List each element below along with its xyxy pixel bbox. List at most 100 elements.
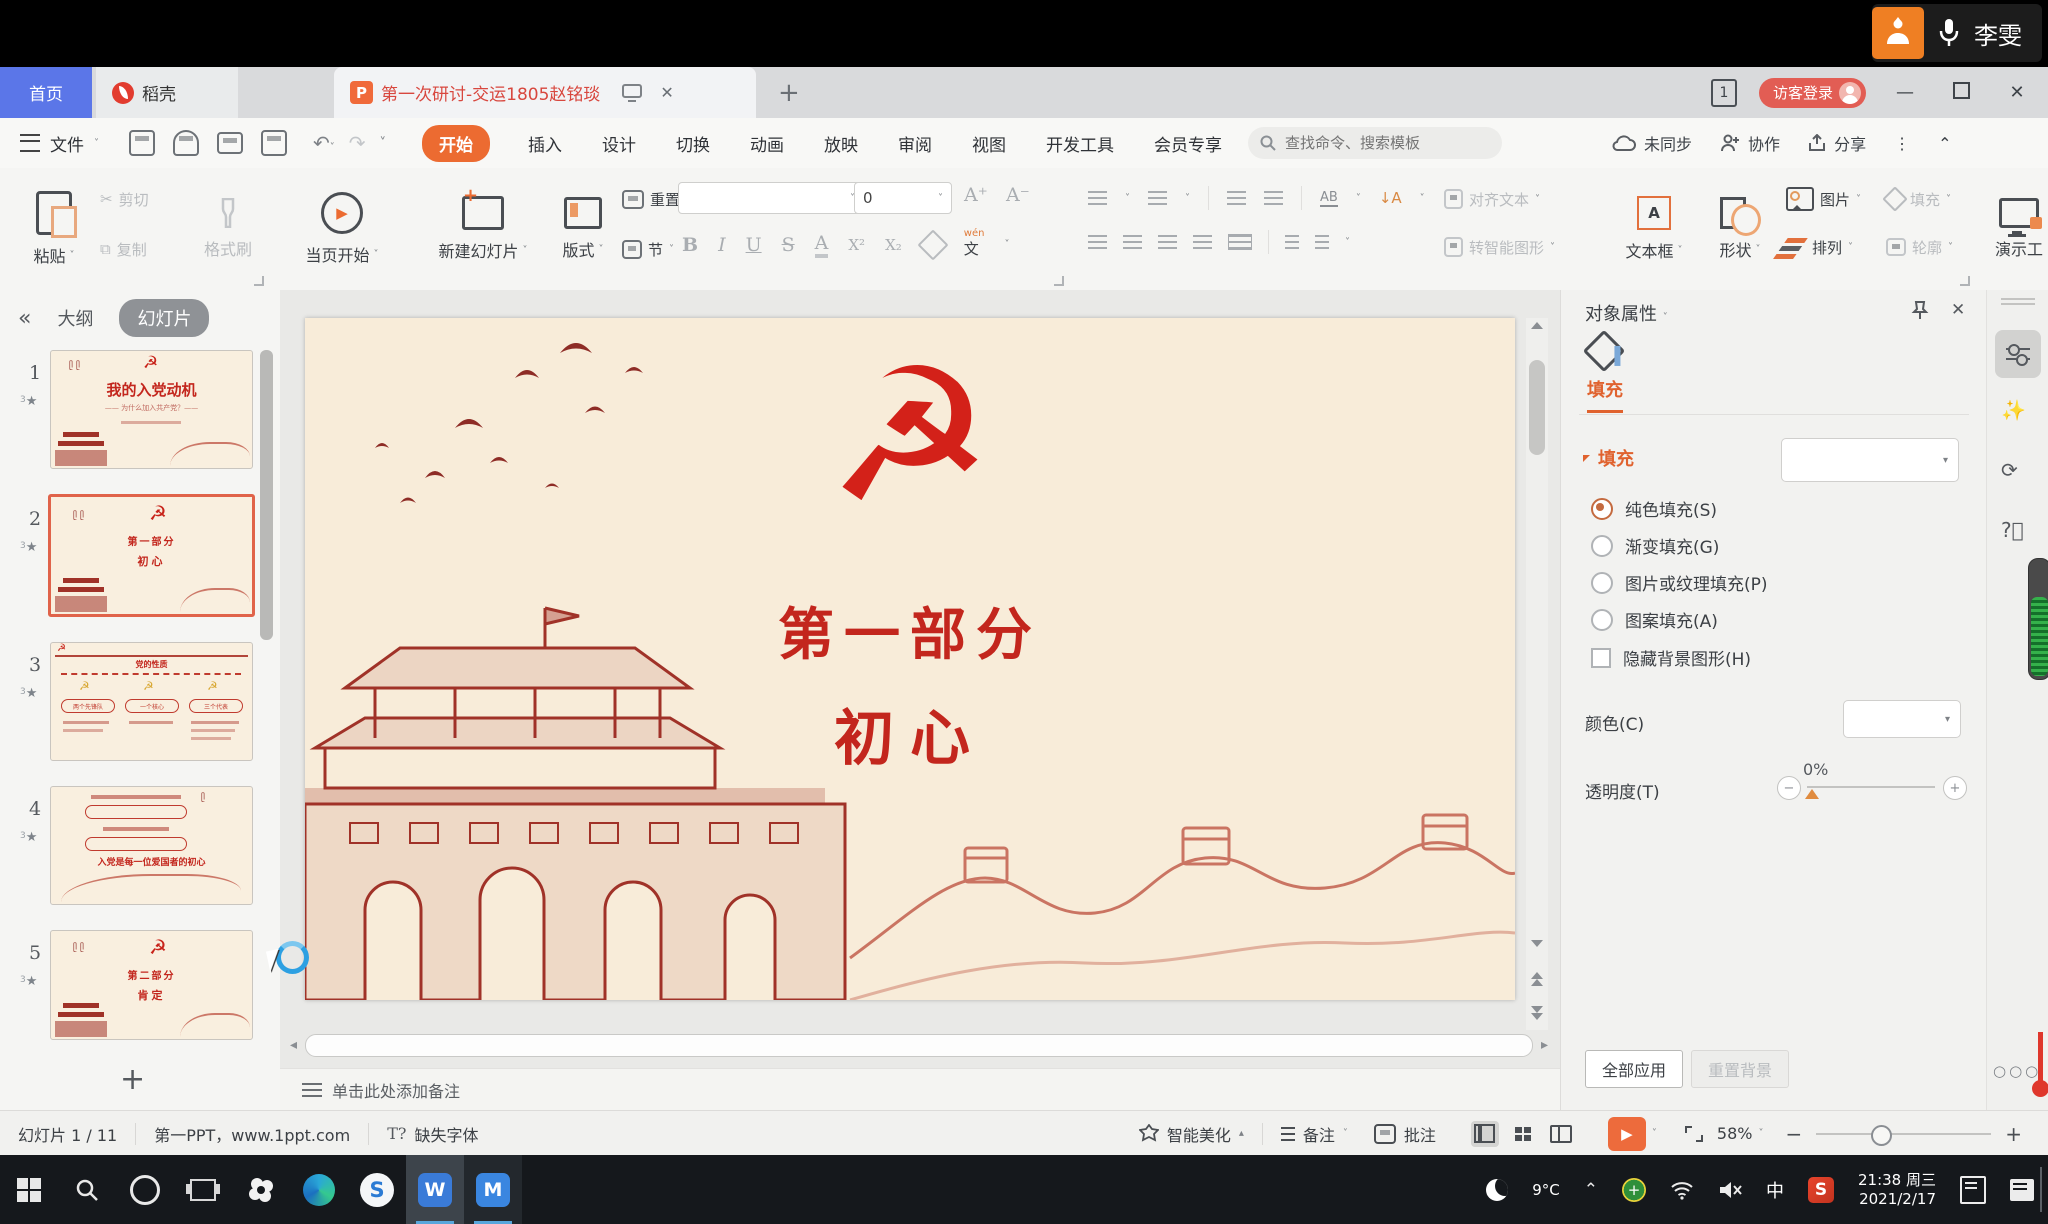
shrink-font-button[interactable]: A⁻: [1006, 184, 1030, 206]
tab-close-icon[interactable]: ✕: [660, 83, 673, 102]
missing-font-warning[interactable]: T? 缺失字体: [387, 1122, 478, 1146]
menu-item-home[interactable]: 开始: [422, 125, 490, 162]
monitor-icon[interactable]: [622, 84, 642, 102]
section-button[interactable]: 节˅: [622, 234, 674, 264]
superscript-button[interactable]: X²: [848, 236, 865, 254]
zoom-slider[interactable]: [1816, 1133, 1991, 1135]
save-icon[interactable]: [129, 130, 155, 156]
redo-icon[interactable]: ↷: [349, 131, 366, 155]
minimize-button[interactable]: —: [1888, 82, 1922, 103]
menu-item-animation[interactable]: 动画: [748, 131, 786, 156]
transparency-slider[interactable]: [1807, 786, 1935, 788]
new-slide-button[interactable]: 新建幻灯片˅: [424, 168, 542, 290]
temperature-badge[interactable]: 9°C: [1532, 1181, 1560, 1199]
next-slide-button[interactable]: [1526, 1004, 1548, 1022]
smart-beautify-button[interactable]: 智能美化 ▴: [1139, 1122, 1244, 1146]
notes-toggle-button[interactable]: 备注 ˅: [1281, 1122, 1348, 1146]
distribute-icon[interactable]: [1228, 234, 1252, 250]
slide-editing-area[interactable]: ☭ 第一部分 初心: [305, 318, 1515, 1000]
clipboard-launcher[interactable]: [254, 276, 264, 286]
para-spacing-icon[interactable]: [1315, 235, 1329, 249]
menu-item-devtools[interactable]: 开发工具: [1044, 131, 1116, 156]
smart-effects-icon[interactable]: ✨: [2001, 398, 2026, 422]
collapse-ribbon-icon[interactable]: ⌃: [1938, 134, 1951, 153]
search-input[interactable]: [1283, 133, 1457, 153]
font-name-combo[interactable]: ˅: [678, 182, 864, 214]
show-desktop-strip[interactable]: [2040, 1167, 2042, 1212]
bold-button[interactable]: B: [682, 234, 698, 256]
outline-tab[interactable]: 大纲: [57, 305, 93, 331]
menu-item-view[interactable]: 视图: [970, 131, 1008, 156]
task-view-button[interactable]: [174, 1155, 232, 1224]
grow-font-button[interactable]: A⁺: [964, 184, 988, 206]
checkbox-hide-background[interactable]: 隐藏背景图形(H): [1591, 645, 1751, 670]
font-size-combo[interactable]: 0˅: [854, 182, 952, 214]
ime-indicator[interactable]: 中: [1766, 1177, 1784, 1203]
pin-icon[interactable]: [1911, 300, 1929, 320]
fit-slide-icon[interactable]: [1685, 1126, 1703, 1142]
vscroll-thumb[interactable]: [1529, 360, 1545, 455]
hscroll-thumb[interactable]: [305, 1034, 1533, 1057]
scroll-right-icon[interactable]: ▸: [1541, 1037, 1548, 1053]
fill-style-dropdown[interactable]: ▾: [1781, 438, 1959, 482]
play-from-page-button[interactable]: ▶ 当页开始˅: [282, 168, 402, 290]
copy-button[interactable]: ⧉ 复制: [100, 234, 147, 264]
tab-home[interactable]: 首页: [0, 67, 92, 118]
align-text-button[interactable]: 对齐文本˅: [1444, 184, 1540, 214]
layout-button[interactable]: 版式˅: [548, 168, 618, 290]
previous-slide-button[interactable]: [1526, 970, 1548, 988]
slide-1-thumbnail[interactable]: ᥫᥫ ☭ 我的入党动机 —— 为什么加入共产党？——: [50, 350, 253, 469]
color-dropdown[interactable]: ▾: [1843, 700, 1961, 738]
char-spacing-button[interactable]: AB: [1320, 190, 1338, 207]
text-direction-button[interactable]: ↓A: [1379, 189, 1402, 207]
antivirus-tray-icon[interactable]: +: [1622, 1178, 1646, 1202]
edge-browser-button[interactable]: [290, 1155, 348, 1224]
panel-close-icon[interactable]: ✕: [1951, 300, 1965, 320]
share-button[interactable]: 分享: [1808, 131, 1866, 155]
slide-sorter-view-button[interactable]: [1509, 1121, 1537, 1147]
wps-app-button[interactable]: W: [406, 1155, 464, 1224]
slides-tab[interactable]: 幻灯片: [119, 299, 209, 337]
italic-button[interactable]: I: [718, 234, 726, 256]
font-launcher[interactable]: [1054, 276, 1064, 286]
print-preview-icon[interactable]: [261, 130, 287, 156]
underline-button[interactable]: U: [746, 234, 762, 256]
zoom-level[interactable]: 58%: [1717, 1124, 1753, 1143]
print-icon[interactable]: [217, 132, 243, 154]
numbered-list-icon[interactable]: [1148, 191, 1167, 205]
clear-format-icon[interactable]: [917, 229, 948, 260]
tab-docer[interactable]: 稻壳: [96, 67, 238, 118]
normal-view-button[interactable]: [1471, 1121, 1499, 1147]
drag-handle-icon[interactable]: [2001, 298, 2035, 300]
increase-indent-icon[interactable]: [1264, 191, 1283, 205]
properties-strip-button-active[interactable]: [1995, 330, 2041, 378]
play-options-caret[interactable]: ˅: [1652, 1128, 1657, 1139]
sogou-app-button[interactable]: S: [348, 1155, 406, 1224]
transparency-minus-button[interactable]: −: [1777, 776, 1801, 800]
strikethrough-button[interactable]: S: [782, 234, 795, 256]
wifi-icon[interactable]: [1670, 1180, 1694, 1200]
pinyin-caret-icon[interactable]: ˅: [1004, 239, 1009, 250]
menu-item-transition[interactable]: 切换: [674, 131, 712, 156]
menu-item-slideshow[interactable]: 放映: [822, 131, 860, 156]
slide-3-thumbnail[interactable]: ☭ 党的性质 ☭ ☭ ☭ 两个先锋队 一个核心 三个代表: [50, 642, 253, 761]
outline-button[interactable]: 轮廓˅: [1886, 232, 1953, 262]
reading-view-button[interactable]: [1547, 1121, 1575, 1147]
reset-background-button[interactable]: 重置背景: [1691, 1050, 1789, 1088]
zoom-out-button[interactable]: −: [1785, 1122, 1802, 1146]
slide-4-thumbnail[interactable]: ᥫ 入党是每一位爱国者的初心: [50, 786, 253, 905]
arrange-button[interactable]: 排列˅: [1786, 232, 1853, 262]
transparency-plus-button[interactable]: +: [1943, 776, 1967, 800]
help-icon[interactable]: ?⃝: [2001, 518, 2024, 542]
scroll-up-icon[interactable]: [1531, 322, 1543, 329]
tab-document[interactable]: P 第一次研讨-交运1805赵铭琰 ✕: [334, 67, 756, 118]
menu-item-member[interactable]: 会员专享: [1152, 131, 1224, 156]
line-spacing-icon[interactable]: [1285, 235, 1299, 249]
format-painter-button[interactable]: 格式刷: [190, 168, 266, 290]
undo-icon[interactable]: ↶˅: [313, 131, 335, 155]
bullet-list-icon[interactable]: [1088, 191, 1107, 205]
meeting-app-button[interactable]: M: [464, 1155, 522, 1224]
fill-button[interactable]: 填充˅: [1886, 184, 1951, 214]
fill-section-header[interactable]: 填充: [1583, 445, 1634, 471]
strip-more-dots[interactable]: ○○○: [1993, 1062, 2041, 1080]
